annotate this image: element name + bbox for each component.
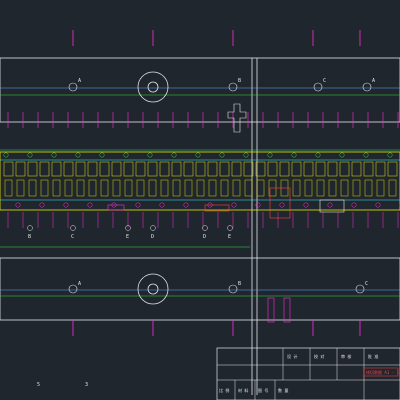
title-cell: 设 计 xyxy=(287,353,297,359)
mid-label: D xyxy=(151,234,154,240)
mid-label: D xyxy=(203,234,206,240)
mid-label: E xyxy=(126,234,129,240)
cad-drawing: A B A C A B C B C E D D E 设 计 校 对 审 核 批 准 比 例 材 料 图… xyxy=(0,0,400,400)
bottom-mark: 3 xyxy=(85,382,88,388)
red-label: 线切割图 A1 - 1 xyxy=(366,369,399,375)
title-cell: 批 准 xyxy=(368,353,378,359)
mid-label: E xyxy=(228,234,231,240)
mid-label: C xyxy=(71,234,74,240)
reference-label: C xyxy=(323,78,326,84)
reference-label: B xyxy=(238,281,241,287)
reference-label: A xyxy=(78,78,81,84)
bottom-mark: 5 xyxy=(37,382,40,388)
title-cell: 审 核 xyxy=(341,353,351,359)
mid-label: B xyxy=(28,234,31,240)
reference-label: A xyxy=(78,281,81,287)
footer-cell: 比 例 xyxy=(219,387,229,393)
reference-label: C xyxy=(365,281,368,287)
footer-cell: 图 号 xyxy=(258,387,268,393)
title-cell: 校 对 xyxy=(314,353,324,359)
footer-cell: 数 量 xyxy=(278,387,288,393)
footer-cell: 材 料 xyxy=(238,387,248,393)
reference-label: B xyxy=(238,78,241,84)
reference-label: A xyxy=(372,78,375,84)
